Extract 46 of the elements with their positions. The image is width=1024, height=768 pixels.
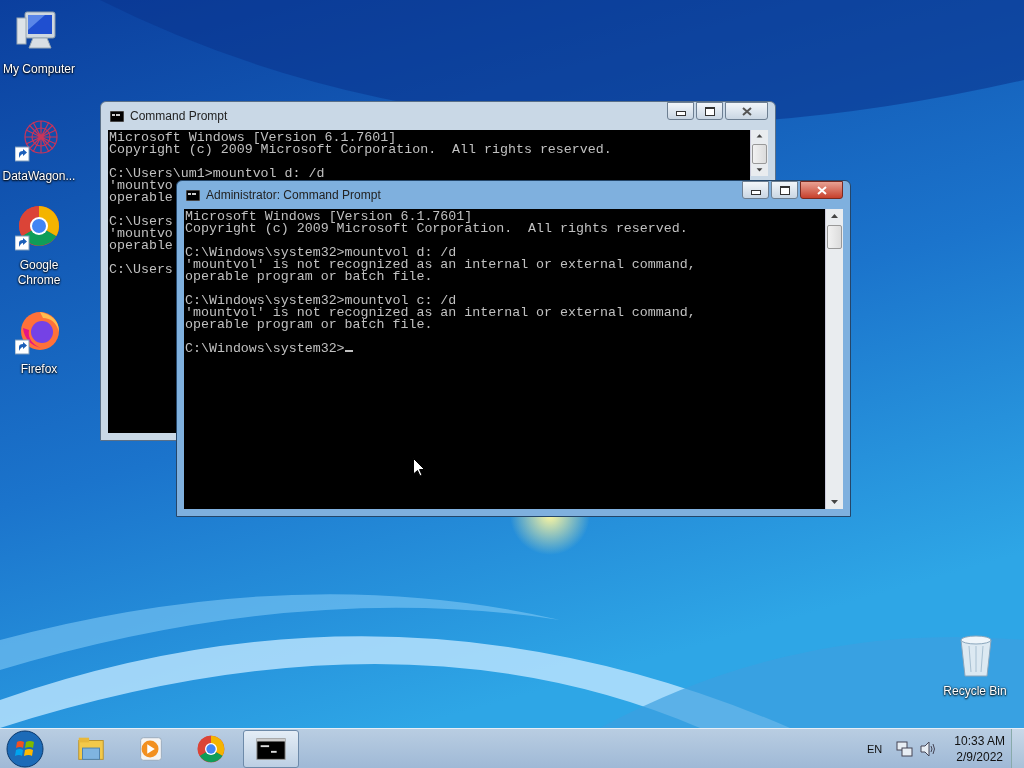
minimize-button[interactable]	[742, 181, 769, 199]
clock-date[interactable]: 2/9/2022	[956, 748, 1003, 765]
window-title: Command Prompt	[130, 109, 229, 123]
console-line: Copyright (c) 2009 Microsoft Corporation. All rights reserved.	[109, 144, 612, 156]
console-line: 'mountvol' is not recognized as an internal or external command,	[185, 259, 696, 271]
close-button[interactable]	[725, 102, 768, 120]
close-icon	[741, 106, 752, 116]
language-indicator[interactable]: EN	[867, 742, 883, 755]
mouse-pointer-icon	[413, 458, 425, 477]
start-button[interactable]	[5, 728, 45, 768]
console-line: 'mountvo	[109, 180, 173, 192]
console-line: C:\Windows\system32>mountvol c: /d	[185, 295, 457, 307]
console-line: 'mountvo	[109, 228, 173, 240]
scrollbar[interactable]	[825, 209, 843, 509]
close-icon	[816, 185, 827, 195]
console-line: C:\Windows\system32>mountvol d: /d	[185, 247, 457, 259]
console-line: 'mountvol' is not recognized as an internal or external command,	[185, 307, 696, 319]
console-icon	[110, 110, 124, 122]
icon-label[interactable]: Google Chrome	[0, 258, 78, 288]
icon-label[interactable]: Firefox	[0, 362, 78, 377]
close-button[interactable]	[800, 181, 843, 199]
network-icon[interactable]	[896, 739, 915, 758]
console-line: Microsoft Windows [Version 6.1.7601]	[109, 132, 397, 144]
console-line: C:\Windows\system32>	[185, 343, 353, 355]
console-line: operable program or batch file.	[185, 319, 433, 331]
window-title: Administrator: Command Prompt	[206, 188, 382, 202]
scrollbar[interactable]	[750, 130, 768, 176]
scrollbar-thumb[interactable]	[827, 225, 842, 249]
taskbar-button[interactable]	[243, 729, 299, 768]
console-line: C:\Users	[109, 216, 173, 228]
console-line: operable	[109, 192, 173, 204]
maximize-button[interactable]	[771, 181, 798, 199]
scrollbar-thumb[interactable]	[752, 143, 767, 165]
speaker-icon[interactable]	[919, 739, 938, 758]
console-icon	[186, 189, 200, 201]
icon-label[interactable]: My Computer	[0, 62, 78, 77]
console-line: C:\Users	[109, 264, 173, 276]
maximize-button[interactable]	[696, 102, 723, 120]
console-line: Copyright (c) 2009 Microsoft Corporation. All rights reserved.	[185, 223, 688, 235]
console-line: operable program or batch file.	[185, 271, 433, 283]
console-line: operable	[109, 240, 173, 252]
console-line: Microsoft Windows [Version 6.1.7601]	[185, 211, 473, 223]
console-line: C:\Users\um1>mountvol d: /d	[109, 168, 325, 180]
minimize-button[interactable]	[667, 102, 694, 120]
icon-label[interactable]: DataWagon...	[0, 169, 78, 184]
clock-time[interactable]: 10:33 AM	[954, 732, 1005, 749]
